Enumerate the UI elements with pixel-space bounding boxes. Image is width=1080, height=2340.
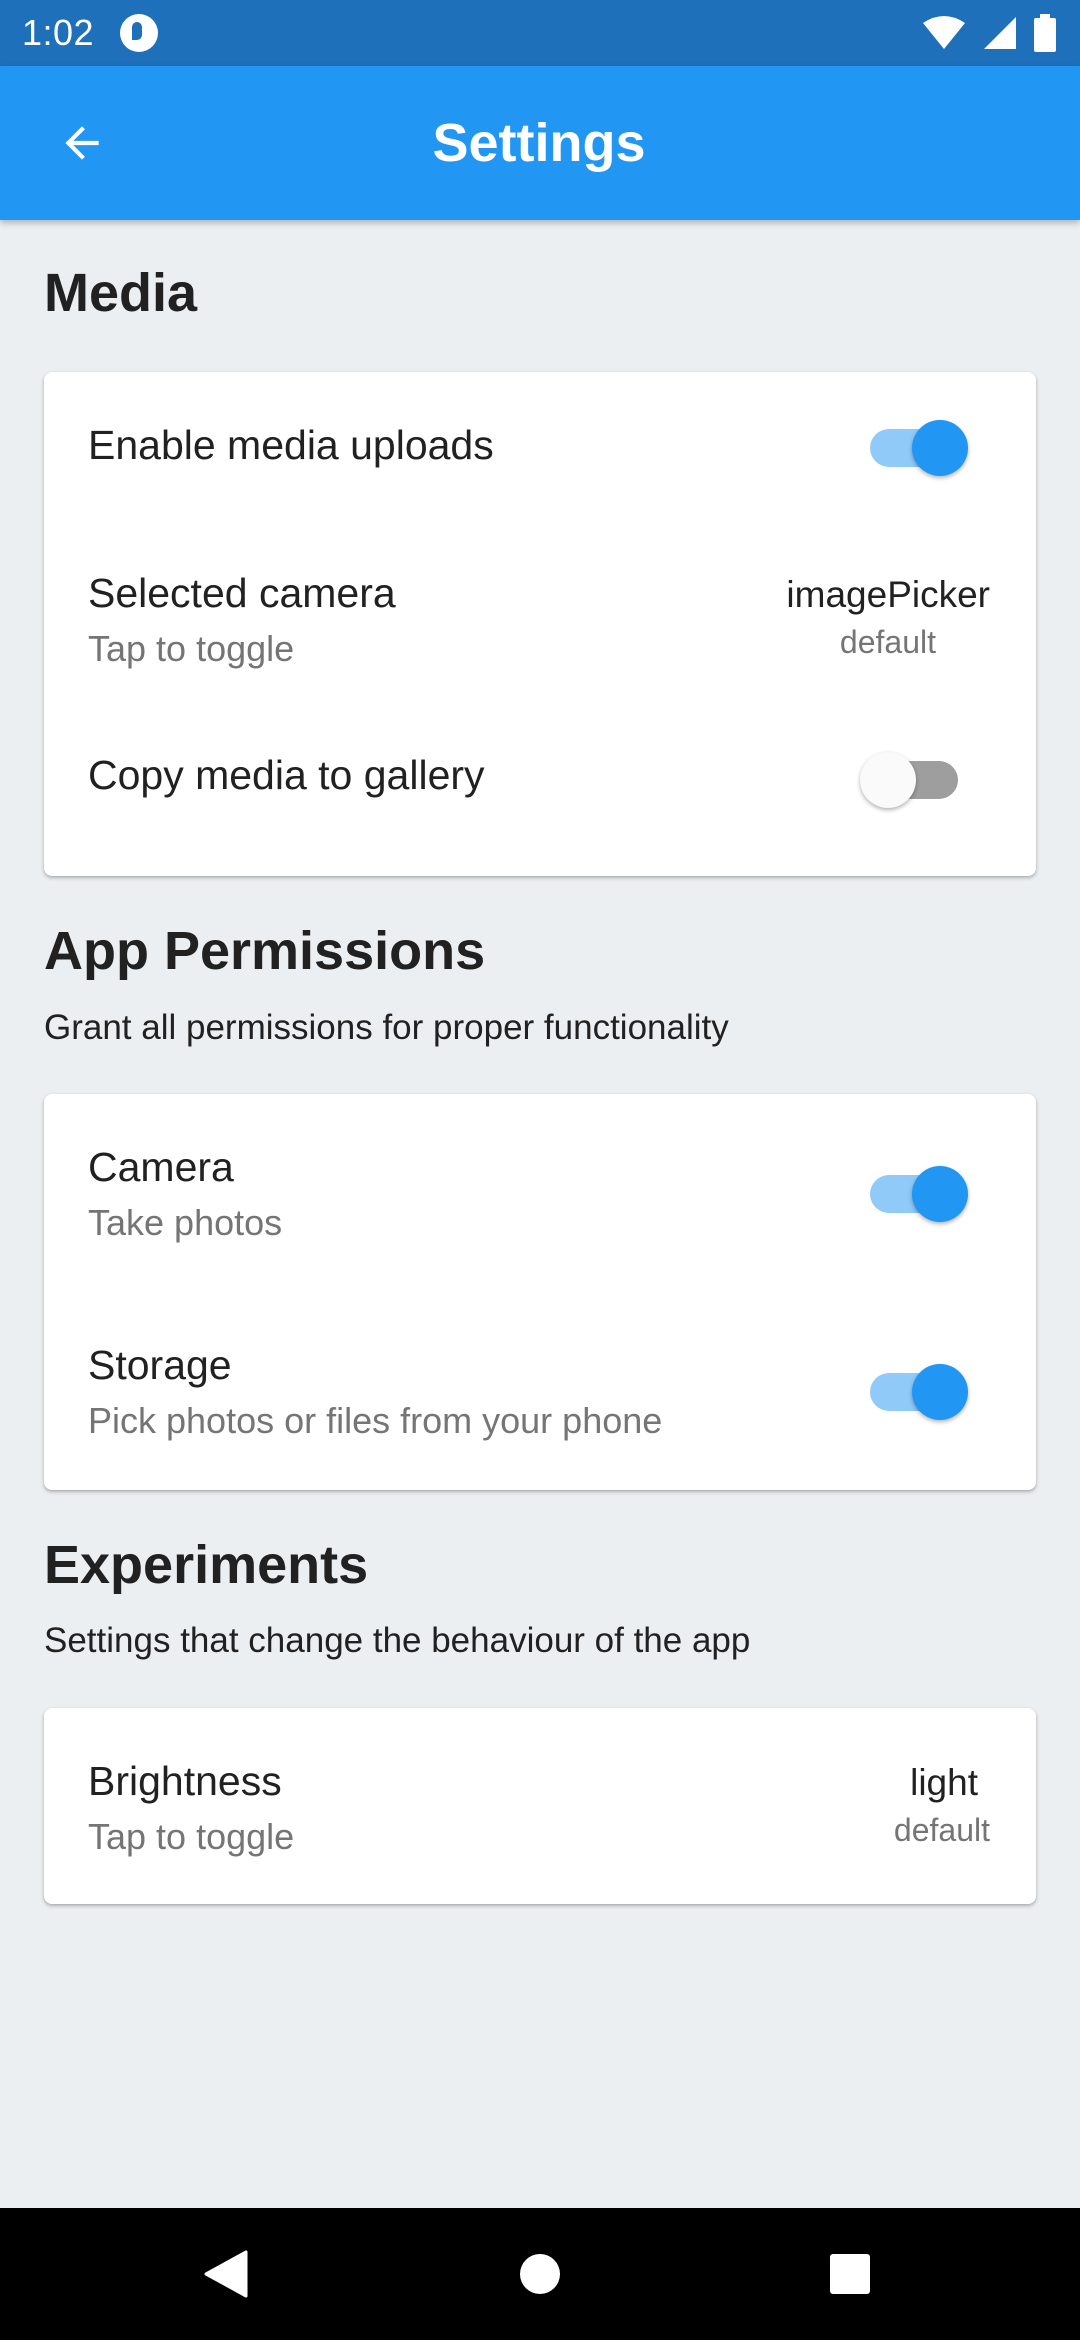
section-title-experiments: Experiments: [44, 1535, 369, 1595]
media-card: Enable media uploads Selected camera Tap…: [44, 372, 1036, 876]
setting-title: Selected camera: [88, 570, 396, 616]
setting-title: Enable media uploads: [88, 422, 494, 468]
copy-media-to-gallery-switch[interactable]: [860, 750, 964, 810]
setting-row-brightness[interactable]: Brightness Tap to toggle light default: [44, 1708, 1036, 1904]
setting-subtitle: Tap to toggle: [88, 1816, 295, 1857]
switch-thumb: [912, 1364, 968, 1420]
nav-back-button[interactable]: [184, 2232, 268, 2316]
camera-permission-switch[interactable]: [864, 1164, 968, 1224]
setting-value-sub: default: [839, 624, 936, 660]
setting-subtitle: Take photos: [88, 1202, 283, 1243]
switch-thumb: [912, 1166, 968, 1222]
nav-home-button[interactable]: [498, 2232, 582, 2316]
setting-title: Storage: [88, 1342, 232, 1388]
section-description-permissions: Grant all permissions for proper functio…: [44, 1008, 729, 1047]
setting-row-storage[interactable]: Storage Pick photos or files from your p…: [44, 1292, 1036, 1490]
setting-title: Copy media to gallery: [88, 752, 485, 798]
app-notification-icon: [120, 14, 159, 52]
switch-thumb: [860, 752, 916, 808]
permissions-card: Camera Take photos Storage Pick photos o…: [44, 1094, 1036, 1490]
setting-value: light: [910, 1762, 978, 1803]
home-circle-icon: [520, 2254, 560, 2294]
status-right: [922, 14, 1056, 52]
status-time: 1:02: [22, 12, 95, 53]
app-bar: Settings: [0, 66, 1080, 220]
navigation-bar: [0, 2208, 1080, 2340]
nav-recents-button[interactable]: [808, 2232, 892, 2316]
status-left: 1:02: [22, 12, 159, 54]
setting-row-enable-media-uploads[interactable]: Enable media uploads: [44, 372, 1036, 524]
status-bar: 1:02: [0, 0, 1080, 66]
setting-value: imagePicker: [786, 574, 990, 615]
page-title: Settings: [432, 113, 646, 173]
switch-thumb: [912, 420, 968, 476]
setting-title: Brightness: [88, 1758, 282, 1804]
setting-row-camera[interactable]: Camera Take photos: [44, 1094, 1036, 1292]
back-triangle-icon: [204, 2250, 248, 2298]
setting-title: Camera: [88, 1144, 234, 1190]
setting-row-selected-camera[interactable]: Selected camera Tap to toggle imagePicke…: [44, 524, 1036, 700]
section-title-media: Media: [44, 263, 198, 323]
section-description-experiments: Settings that change the behaviour of th…: [44, 1621, 751, 1660]
storage-permission-switch[interactable]: [864, 1362, 968, 1422]
setting-subtitle: Pick photos or files from your phone: [88, 1400, 663, 1441]
setting-subtitle: Tap to toggle: [88, 628, 295, 669]
setting-value-sub: default: [893, 1812, 990, 1848]
setting-row-copy-media-to-gallery[interactable]: Copy media to gallery: [44, 700, 1036, 876]
experiments-card: Brightness Tap to toggle light default: [44, 1708, 1036, 1904]
section-title-permissions: App Permissions: [44, 921, 486, 981]
battery-icon: [1034, 14, 1056, 52]
wifi-icon: [923, 16, 965, 49]
recents-square-icon: [830, 2254, 870, 2294]
cell-signal-icon: [984, 17, 1016, 49]
enable-media-uploads-switch[interactable]: [864, 418, 968, 478]
